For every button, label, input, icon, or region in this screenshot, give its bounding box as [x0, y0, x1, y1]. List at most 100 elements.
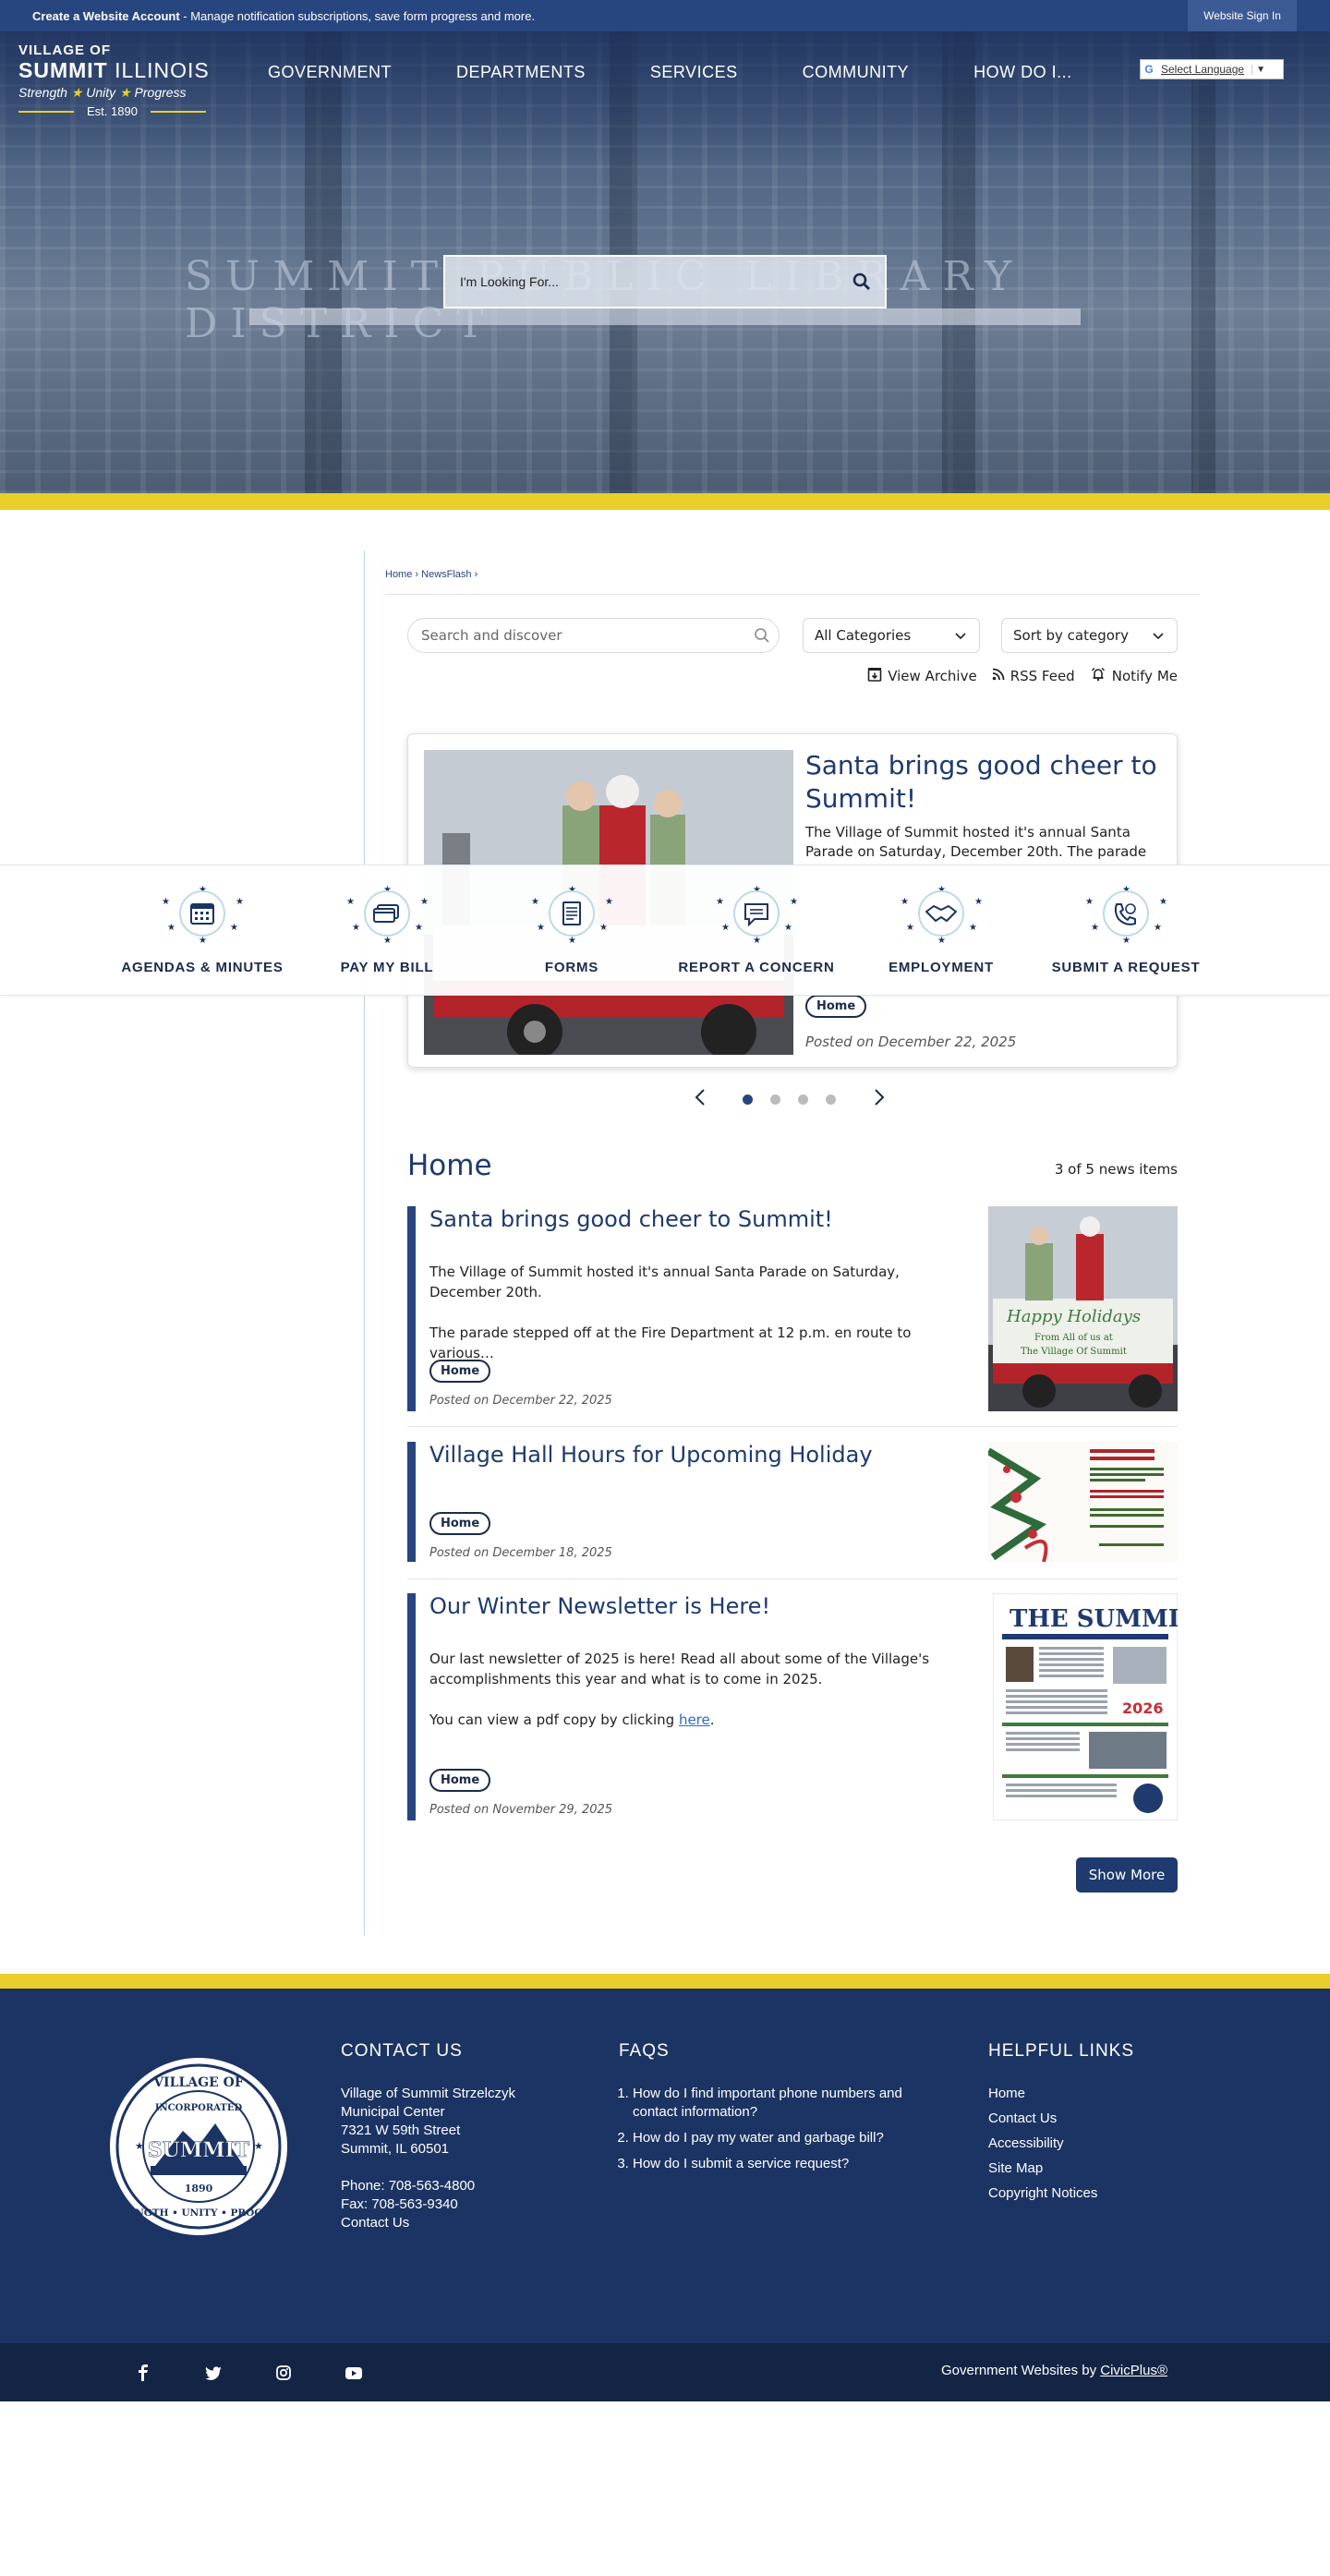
featured-news-tag[interactable]: Home — [805, 995, 867, 1018]
paragraph-text: You can view a pdf copy by clicking — [429, 1711, 679, 1728]
social-links — [132, 2362, 365, 2384]
search-icon[interactable] — [745, 627, 779, 644]
helpful-link[interactable]: Site Map — [988, 2159, 1134, 2178]
chevron-right-icon[interactable] — [874, 1088, 885, 1110]
twitter-icon[interactable] — [202, 2362, 224, 2384]
youtube-icon[interactable] — [343, 2362, 365, 2384]
credit-text: Government Websites by — [940, 2363, 1101, 2378]
chevron-left-icon[interactable] — [695, 1088, 706, 1110]
rss-feed-link[interactable]: RSS Feed — [992, 667, 1075, 685]
news-item-image[interactable]: THE SUMMIT 2026 — [993, 1593, 1178, 1820]
nav-government[interactable]: GOVERNMENT — [268, 63, 392, 82]
news-search-input[interactable] — [421, 627, 745, 644]
footer-contact-link[interactable]: Contact Us — [341, 2214, 515, 2232]
logo-line2: SUMMIT ILLINOIS — [18, 58, 210, 83]
svg-text:★: ★ — [531, 897, 539, 907]
site-logo[interactable]: VILLAGE OF SUMMIT ILLINOIS Strength ★ Un… — [18, 42, 210, 118]
hero-search-input[interactable] — [445, 257, 839, 307]
faq-item[interactable]: How do I find important phone numbers an… — [633, 2085, 933, 2122]
banner-text: The Village Of Summit — [1021, 1347, 1127, 1357]
helpful-link[interactable]: Contact Us — [988, 2110, 1134, 2128]
newsletter-pdf-link[interactable]: here — [679, 1711, 710, 1728]
svg-text:★: ★ — [537, 923, 545, 933]
helpful-link[interactable]: Copyright Notices — [988, 2184, 1134, 2203]
breadcrumb-home[interactable]: Home — [385, 569, 412, 580]
news-item-tags: Home — [429, 1512, 491, 1535]
quicklink-report-concern[interactable]: ★ ★ ★ ★ ★ ★ REPORT A CONCERN — [664, 884, 849, 975]
faq-item[interactable]: How do I submit a service request? — [633, 2155, 933, 2173]
news-item-paragraph: You can view a pdf copy by clicking here… — [429, 1710, 974, 1730]
svg-text:★: ★ — [236, 897, 244, 907]
archive-icon — [867, 667, 882, 685]
tag-home[interactable]: Home — [429, 1769, 491, 1792]
svg-text:★: ★ — [167, 923, 175, 933]
nav-departments[interactable]: DEPARTMENTS — [456, 63, 586, 82]
footer-helpful-links: HELPFUL LINKS Home Contact Us Accessibil… — [988, 2042, 1134, 2209]
news-item-title[interactable]: Santa brings good cheer to Summit! — [429, 1206, 833, 1232]
sort-select[interactable]: Sort by category — [1001, 618, 1178, 653]
helpful-link[interactable]: Accessibility — [988, 2135, 1134, 2153]
news-item-title[interactable]: Village Hall Hours for Upcoming Holiday — [429, 1442, 873, 1468]
quicklink-pay-bill[interactable]: ★ ★ ★ ★ ★ ★ PAY MY BILL — [295, 884, 479, 975]
view-archive-link[interactable]: View Archive — [867, 667, 977, 685]
carousel-dot[interactable] — [770, 1094, 780, 1105]
tag-home[interactable]: Home — [429, 1360, 491, 1383]
helpful-links-list: Home Contact Us Accessibility Site Map C… — [988, 2085, 1134, 2203]
quicklink-label: PAY MY BILL — [340, 960, 434, 975]
quicklink-forms[interactable]: ★ ★ ★ ★ ★ ★ FORMS — [479, 884, 664, 975]
site-footer: VILLAGE OF INCORPORATED SUMMIT 1890 STRE… — [0, 1989, 1330, 2343]
news-search-box — [407, 618, 780, 653]
star-icon: ★ — [119, 85, 131, 100]
quicklink-employment[interactable]: ★ ★ ★ ★ ★ ★ EMPLOYMENT — [849, 884, 1034, 975]
tag-home[interactable]: Home — [429, 1512, 491, 1535]
breadcrumb-newsflash[interactable]: NewsFlash — [421, 569, 471, 580]
quicklink-agendas[interactable]: ★ ★ ★ ★ ★ ★ AGENDAS & MINUTES — [110, 884, 295, 975]
google-translate-select[interactable]: G Select Language ▼ — [1140, 59, 1284, 79]
svg-text:★: ★ — [199, 936, 207, 943]
news-item-title[interactable]: Our Winter Newsletter is Here! — [429, 1593, 770, 1619]
news-item-paragraph: Our last newsletter of 2025 is here! Rea… — [429, 1651, 930, 1687]
show-more-button[interactable]: Show More — [1076, 1857, 1178, 1893]
rss-feed-label: RSS Feed — [1010, 668, 1075, 684]
view-archive-label: View Archive — [888, 668, 977, 684]
search-icon[interactable] — [839, 257, 885, 307]
svg-text:★: ★ — [901, 897, 909, 907]
nav-community[interactable]: COMMUNITY — [803, 63, 910, 82]
quick-links-bar: ★ ★ ★ ★ ★ ★ AGENDAS & MINUTES ★ ★ ★ ★ ★ ★ PAY MY B… — [0, 865, 1330, 996]
motto-progress: Progress — [134, 85, 187, 100]
instagram-icon[interactable] — [272, 2362, 295, 2384]
news-item-date: Posted on December 22, 2025 — [429, 1394, 612, 1408]
news-item-accent — [407, 1442, 416, 1562]
nav-how-do-i[interactable]: HOW DO I... — [973, 63, 1072, 82]
carousel-dot[interactable] — [826, 1094, 836, 1105]
nav-services[interactable]: SERVICES — [650, 63, 738, 82]
quicklink-label: REPORT A CONCERN — [678, 960, 835, 975]
carousel-dot[interactable] — [798, 1094, 808, 1105]
featured-news-title[interactable]: Santa brings good cheer to Summit! — [805, 749, 1166, 816]
facebook-icon[interactable] — [132, 2362, 154, 2384]
create-account-link[interactable]: Create a Website Account — [32, 9, 180, 23]
footer-contact-title: CONTACT US — [341, 2041, 463, 2061]
svg-text:★: ★ — [1085, 897, 1094, 907]
logo-est: Est. 1890 — [87, 104, 138, 118]
category-select[interactable]: All Categories — [803, 618, 980, 653]
tag-home[interactable]: Home — [805, 995, 867, 1018]
carousel-dot[interactable] — [743, 1094, 753, 1105]
chevron-down-icon — [955, 627, 966, 644]
notify-me-link[interactable]: Notify Me — [1090, 667, 1178, 685]
contact-phone[interactable]: Phone: 708-563-4800 — [341, 2177, 515, 2195]
seal-motto: STRENGTH • UNITY • PROGRESS — [109, 2207, 288, 2219]
website-sign-in-button[interactable]: Website Sign In — [1188, 0, 1297, 31]
footer-faqs: FAQS How do I find important phone numbe… — [619, 2042, 933, 2181]
civicplus-credit: Government Websites by CivicPlus® — [941, 2363, 1167, 2378]
civicplus-link[interactable]: CivicPlus® — [1100, 2363, 1167, 2378]
seal-top-text: VILLAGE OF — [152, 2075, 244, 2090]
helpful-link[interactable]: Home — [988, 2085, 1134, 2103]
phone-icon: ★ ★ ★ ★ ★ ★ — [1080, 884, 1172, 946]
news-item-image[interactable] — [988, 1442, 1178, 1562]
paragraph-text: . — [709, 1711, 715, 1728]
faq-item[interactable]: How do I pay my water and garbage bill? — [633, 2129, 933, 2147]
quicklink-submit-request[interactable]: ★ ★ ★ ★ ★ ★ SUBMIT A REQUEST — [1034, 884, 1218, 975]
footer-accent-band — [0, 1974, 1330, 1989]
news-item-image[interactable]: Happy Holidays From All of us at The Vil… — [988, 1206, 1178, 1411]
